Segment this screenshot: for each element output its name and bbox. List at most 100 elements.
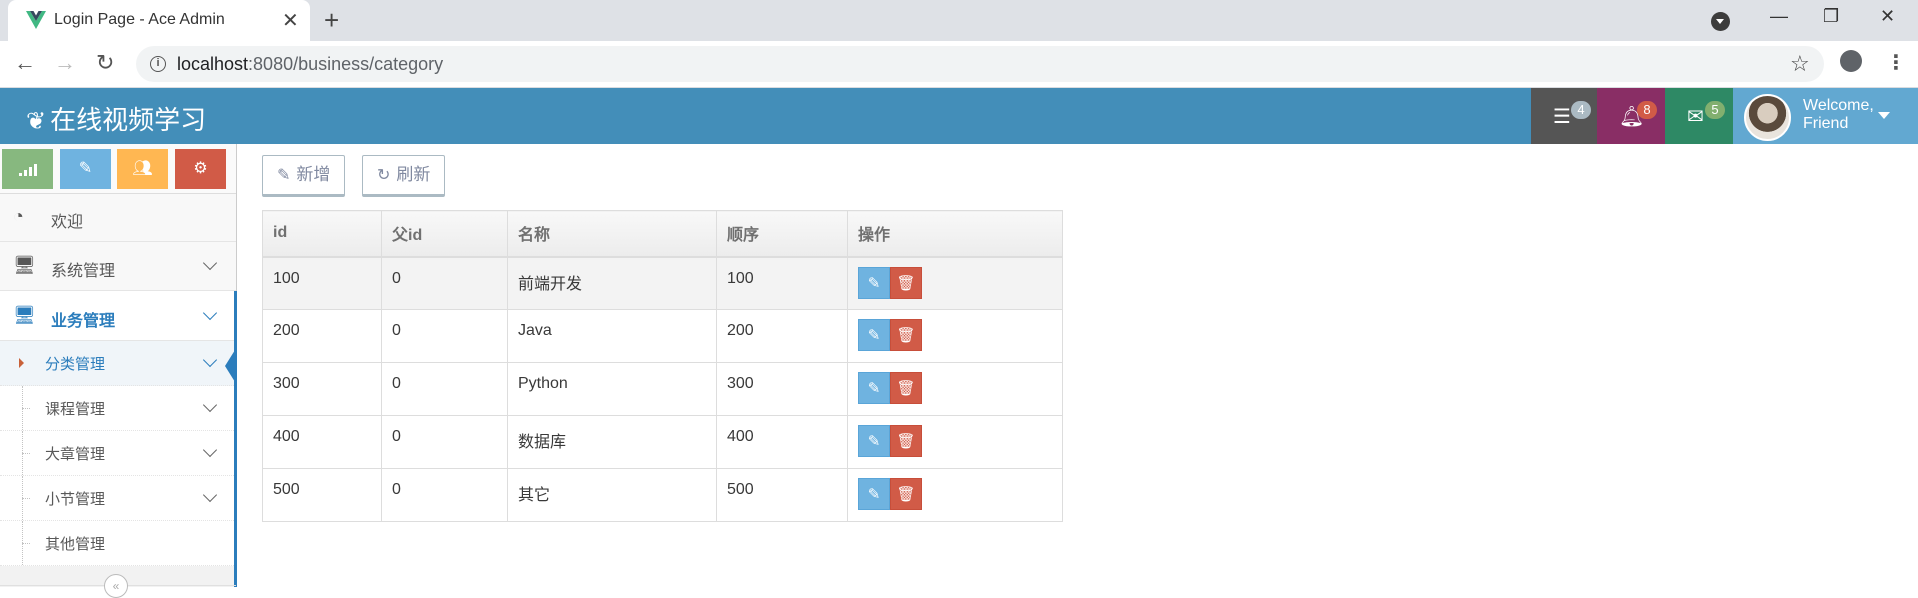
- col-header-id[interactable]: id: [262, 210, 382, 258]
- sidebar-item-business[interactable]: 🖥︎ 业务管理: [0, 291, 236, 341]
- sidebar-item-welcome[interactable]: ◔ 欢迎: [0, 194, 236, 242]
- table-row: 200 0 Java 200 ✎ 🗑︎: [262, 309, 1063, 363]
- cell-name: 前端开发: [507, 256, 717, 310]
- notifications-badge: 8: [1637, 101, 1657, 119]
- leaf-icon: ❦: [26, 108, 47, 135]
- tasks-dropdown[interactable]: ☰ 4: [1531, 88, 1597, 144]
- sidebar-item-system[interactable]: 🖥︎ 系统管理: [0, 242, 236, 291]
- minimize-icon[interactable]: —: [1770, 6, 1788, 27]
- main-content: ✎ 新增 ↻ 刷新 id 父id 名称 顺序 操作 100 0 前端开发 100 ✎…: [237, 144, 1918, 587]
- dashboard-icon: ◔: [13, 206, 24, 226]
- sidebar-subitem-chapter[interactable]: 大章管理: [0, 431, 236, 476]
- chevron-down-icon: [202, 442, 218, 458]
- restore-icon[interactable]: ❐: [1823, 6, 1839, 27]
- col-header-name[interactable]: 名称: [507, 210, 717, 258]
- trash-icon[interactable]: 🗑︎: [890, 425, 922, 457]
- star-icon[interactable]: ☆: [1790, 51, 1810, 77]
- pencil-icon[interactable]: ✎: [858, 372, 890, 404]
- pencil-icon[interactable]: ✎: [858, 425, 890, 457]
- avatar: [1744, 94, 1791, 141]
- plus-icon[interactable]: +: [324, 5, 339, 36]
- refresh-icon: ↻: [377, 167, 391, 184]
- trash-icon[interactable]: 🗑︎: [890, 372, 922, 404]
- cell-actions: ✎ 🗑︎: [847, 256, 1063, 310]
- table-row: 500 0 其它 500 ✎ 🗑︎: [262, 468, 1063, 522]
- col-header-actions: 操作: [847, 210, 1063, 258]
- sidebar-subitem-other[interactable]: 其他管理: [0, 521, 236, 566]
- trash-icon[interactable]: 🗑︎: [890, 478, 922, 510]
- browser-toolbar: ← → ↻ i localhost:8080/business/category…: [0, 41, 1918, 88]
- notifications-dropdown[interactable]: 🔔︎ 8: [1597, 88, 1665, 144]
- cell-actions: ✎ 🗑︎: [847, 362, 1063, 416]
- cell-name: 其它: [507, 468, 717, 522]
- messages-badge: 5: [1705, 101, 1725, 119]
- desktop-icon: 🖥︎: [13, 305, 36, 325]
- cell-name: 数据库: [507, 415, 717, 469]
- cell-parent: 0: [381, 415, 508, 469]
- users-icon[interactable]: 👥︎: [117, 149, 168, 189]
- kebab-icon[interactable]: ⋮: [1886, 50, 1906, 75]
- cell-sort: 300: [716, 362, 848, 416]
- signal-icon[interactable]: [2, 149, 53, 189]
- cell-actions: ✎ 🗑︎: [847, 415, 1063, 469]
- table-row: 300 0 Python 300 ✎ 🗑︎: [262, 362, 1063, 416]
- cell-actions: ✎ 🗑︎: [847, 468, 1063, 522]
- cell-parent: 0: [381, 309, 508, 363]
- cell-parent: 0: [381, 256, 508, 310]
- pencil-icon[interactable]: ✎: [858, 319, 890, 351]
- col-header-parent[interactable]: 父id: [381, 210, 508, 258]
- trash-icon[interactable]: 🗑︎: [890, 266, 922, 299]
- brand[interactable]: ❦ 在线视频学习: [26, 100, 206, 137]
- table-row: 100 0 前端开发 100 ✎ 🗑︎: [262, 256, 1063, 310]
- pencil-icon[interactable]: ✎: [60, 149, 111, 189]
- url-text[interactable]: localhost:8080/business/category: [177, 54, 443, 75]
- pencil-icon[interactable]: ✎: [858, 478, 890, 510]
- cell-parent: 0: [381, 468, 508, 522]
- browser-tabstrip: Login Page - Ace Admin ✕ + — ❐ ✕: [0, 0, 1918, 41]
- trash-icon[interactable]: 🗑︎: [890, 319, 922, 351]
- sidebar-shortcuts: ✎ 👥︎ ⚙: [0, 144, 236, 194]
- sidebar-subitem-course[interactable]: 课程管理: [0, 386, 236, 431]
- table-row: 400 0 数据库 400 ✎ 🗑︎: [262, 415, 1063, 469]
- refresh-button[interactable]: ↻ 刷新: [362, 155, 446, 197]
- forward-icon[interactable]: →: [54, 50, 76, 76]
- tab-title: Login Page - Ace Admin: [54, 11, 225, 28]
- reload-icon[interactable]: ↻: [96, 50, 114, 76]
- cell-name: Python: [507, 362, 717, 416]
- user-info: Welcome, Friend: [1803, 97, 1874, 132]
- sidebar-subitem-section[interactable]: 小节管理: [0, 476, 236, 521]
- chevron-down-icon: [202, 255, 218, 271]
- cell-id: 200: [262, 309, 382, 363]
- sidebar-subitem-category[interactable]: 分类管理: [0, 341, 236, 386]
- desktop-icon: 🖥︎: [13, 255, 36, 275]
- caret-down-icon: [1878, 112, 1890, 119]
- address-bar[interactable]: i localhost:8080/business/category ☆: [136, 46, 1824, 82]
- user-menu[interactable]: Welcome, Friend: [1733, 88, 1918, 144]
- info-icon[interactable]: i: [150, 56, 166, 72]
- tasks-icon: ☰: [1553, 106, 1571, 128]
- browser-tab[interactable]: Login Page - Ace Admin ✕: [8, 0, 310, 41]
- chevron-down-icon: [202, 305, 218, 321]
- double-chevron-left-icon[interactable]: «: [104, 574, 128, 598]
- close-window-icon[interactable]: ✕: [1880, 6, 1895, 27]
- cell-sort: 100: [716, 256, 848, 310]
- cell-sort: 200: [716, 309, 848, 363]
- tasks-badge: 4: [1571, 101, 1591, 119]
- envelope-icon: ✉: [1687, 106, 1704, 128]
- tab-search-icon[interactable]: [1711, 12, 1730, 31]
- cogs-icon[interactable]: ⚙: [175, 149, 226, 189]
- close-icon[interactable]: ✕: [282, 8, 299, 33]
- account-icon[interactable]: [1840, 50, 1862, 72]
- category-table: id 父id 名称 顺序 操作 100 0 前端开发 100 ✎ 🗑︎ 200 0…: [262, 210, 1063, 522]
- col-header-sort[interactable]: 顺序: [716, 210, 848, 258]
- edit-icon: ✎: [277, 167, 291, 184]
- cell-id: 400: [262, 415, 382, 469]
- pencil-icon[interactable]: ✎: [858, 266, 890, 299]
- chevron-down-icon: [202, 397, 218, 413]
- messages-dropdown[interactable]: ✉ 5: [1665, 88, 1733, 144]
- caret-right-icon: [19, 358, 24, 368]
- cell-id: 300: [262, 362, 382, 416]
- cell-id: 500: [262, 468, 382, 522]
- add-button[interactable]: ✎ 新增: [262, 155, 346, 197]
- back-icon[interactable]: ←: [14, 50, 36, 76]
